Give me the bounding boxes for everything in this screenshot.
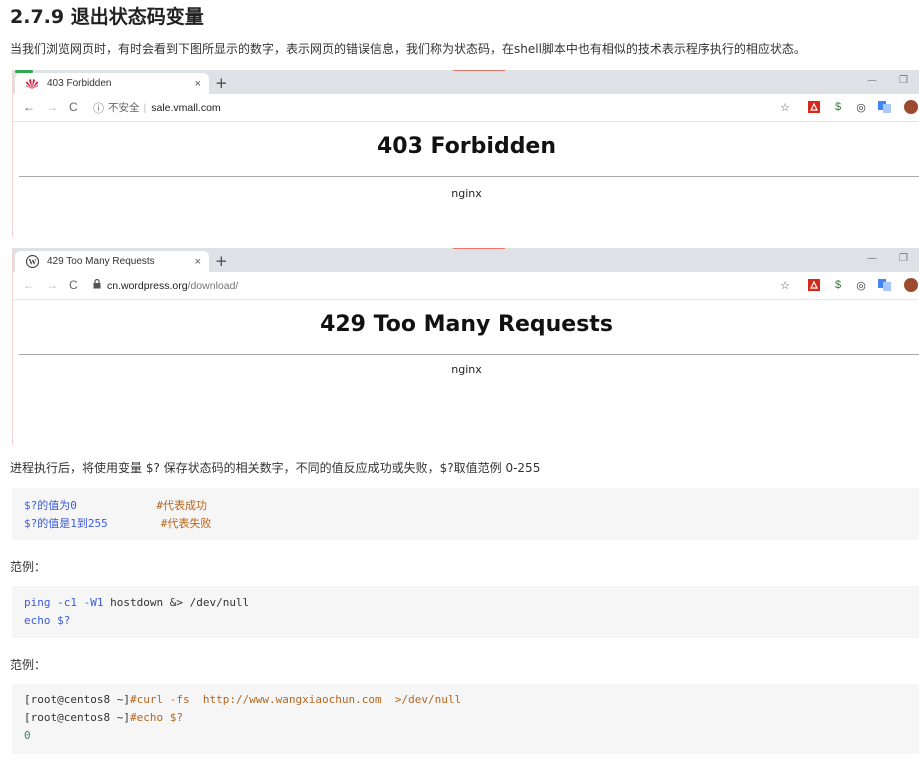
new-tab-button[interactable]: + bbox=[215, 74, 228, 92]
avatar[interactable] bbox=[904, 278, 918, 292]
star-icon[interactable]: ☆ bbox=[778, 100, 792, 114]
lock-icon[interactable] bbox=[93, 278, 101, 292]
section-title: 2.7.9 退出状态码变量 bbox=[10, 6, 204, 28]
wordpress-logo-icon: W bbox=[25, 255, 39, 269]
code-line: $?的值是1到255 #代表失败 bbox=[24, 517, 212, 530]
error-heading: 429 Too Many Requests bbox=[320, 312, 613, 337]
address-bar[interactable]: cn.wordpress.org /download/ bbox=[93, 276, 768, 295]
new-tab-button[interactable]: + bbox=[215, 252, 228, 270]
url-host: cn.wordpress.org bbox=[107, 279, 188, 292]
info-icon[interactable]: ⓘ bbox=[93, 100, 104, 116]
code-block: ping -c1 -W1 hostdown &> /dev/null echo … bbox=[12, 586, 919, 638]
star-icon[interactable]: ☆ bbox=[778, 278, 792, 292]
minimize-icon[interactable]: — bbox=[867, 75, 877, 86]
url-path: /download/ bbox=[187, 279, 239, 292]
forward-icon[interactable]: → bbox=[46, 278, 58, 292]
back-icon[interactable]: ← bbox=[23, 278, 35, 292]
code-line: $?的值为0 #代表成功 bbox=[24, 499, 207, 512]
intro-paragraph: 当我们浏览网页时，有时会看到下图所显示的数字，表示网页的错误信息，我们称为状态码… bbox=[10, 42, 806, 56]
address-row: ← → C ⓘ 不安全 | sale.vmall.com ☆ $ ◎ bbox=[13, 94, 919, 122]
server-name: nginx bbox=[451, 363, 482, 376]
url-host: sale.vmall.com bbox=[151, 101, 221, 114]
reload-icon[interactable]: C bbox=[69, 278, 78, 292]
tab-title: 429 Too Many Requests bbox=[47, 256, 155, 267]
reload-icon[interactable]: C bbox=[69, 100, 78, 114]
huawei-logo-icon bbox=[25, 77, 39, 91]
tab-close-icon[interactable]: × bbox=[195, 78, 201, 90]
tab-bar: W 429 Too Many Requests × + — ❐ bbox=[13, 248, 919, 272]
restore-icon[interactable]: ❐ bbox=[899, 253, 908, 264]
address-row: ← → C cn.wordpress.org /download/ ☆ $ ◎ bbox=[13, 272, 919, 300]
divider bbox=[19, 354, 919, 355]
pdf-extension-icon[interactable] bbox=[807, 278, 821, 292]
browser-window-403: 403 Forbidden × + — ❐ ← → C ⓘ 不安全 | sale… bbox=[12, 70, 919, 237]
translate-extension-icon[interactable] bbox=[877, 278, 891, 292]
divider bbox=[19, 176, 919, 177]
tab-title: 403 Forbidden bbox=[47, 78, 112, 89]
dollar-extension-icon[interactable]: $ bbox=[831, 278, 845, 292]
forward-icon[interactable]: → bbox=[46, 100, 58, 114]
error-heading: 403 Forbidden bbox=[376, 134, 557, 159]
back-icon[interactable]: ← bbox=[23, 100, 35, 114]
pdf-extension-icon[interactable] bbox=[807, 100, 821, 114]
address-bar[interactable]: ⓘ 不安全 | sale.vmall.com bbox=[93, 98, 768, 117]
page-content: 403 Forbidden nginx bbox=[13, 122, 919, 237]
svg-text:W: W bbox=[28, 257, 36, 266]
server-name: nginx bbox=[451, 187, 482, 200]
tab-close-icon[interactable]: × bbox=[195, 256, 201, 268]
browser-window-429: W 429 Too Many Requests × + — ❐ ← → C cn… bbox=[12, 248, 919, 445]
code-line: echo $? bbox=[24, 614, 71, 627]
security-label: 不安全 bbox=[108, 102, 140, 114]
example-label: 范例： bbox=[10, 560, 47, 574]
minimize-icon[interactable]: — bbox=[867, 253, 877, 264]
code-line: ping -c1 -W1 hostdown &> /dev/null bbox=[24, 596, 250, 609]
code-line: [root@centos8 ~]#curl -fs http://www.wan… bbox=[24, 693, 462, 706]
tab-bar: 403 Forbidden × + — ❐ bbox=[13, 70, 919, 94]
status-code-paragraph: 进程执行后，将使用变量 $? 保存状态码的相关数字，不同的值反应成功或失败，$?… bbox=[10, 461, 541, 475]
code-line: 0 bbox=[24, 729, 31, 742]
restore-icon[interactable]: ❐ bbox=[899, 75, 908, 86]
code-block: [root@centos8 ~]#curl -fs http://www.wan… bbox=[12, 684, 919, 754]
code-block: $?的值为0 #代表成功 $?的值是1到255 #代表失败 bbox=[12, 488, 919, 540]
browser-tab[interactable]: W 429 Too Many Requests × bbox=[15, 251, 209, 272]
browser-tab[interactable]: 403 Forbidden × bbox=[15, 70, 209, 94]
page-content: 429 Too Many Requests nginx bbox=[13, 300, 919, 445]
circle-extension-icon[interactable]: ◎ bbox=[854, 278, 868, 292]
translate-extension-icon[interactable] bbox=[877, 100, 891, 114]
example-label: 范例： bbox=[10, 658, 47, 672]
code-line: [root@centos8 ~]#echo $? bbox=[24, 711, 183, 724]
dollar-extension-icon[interactable]: $ bbox=[831, 100, 845, 114]
circle-extension-icon[interactable]: ◎ bbox=[854, 100, 868, 114]
avatar[interactable] bbox=[904, 100, 918, 114]
